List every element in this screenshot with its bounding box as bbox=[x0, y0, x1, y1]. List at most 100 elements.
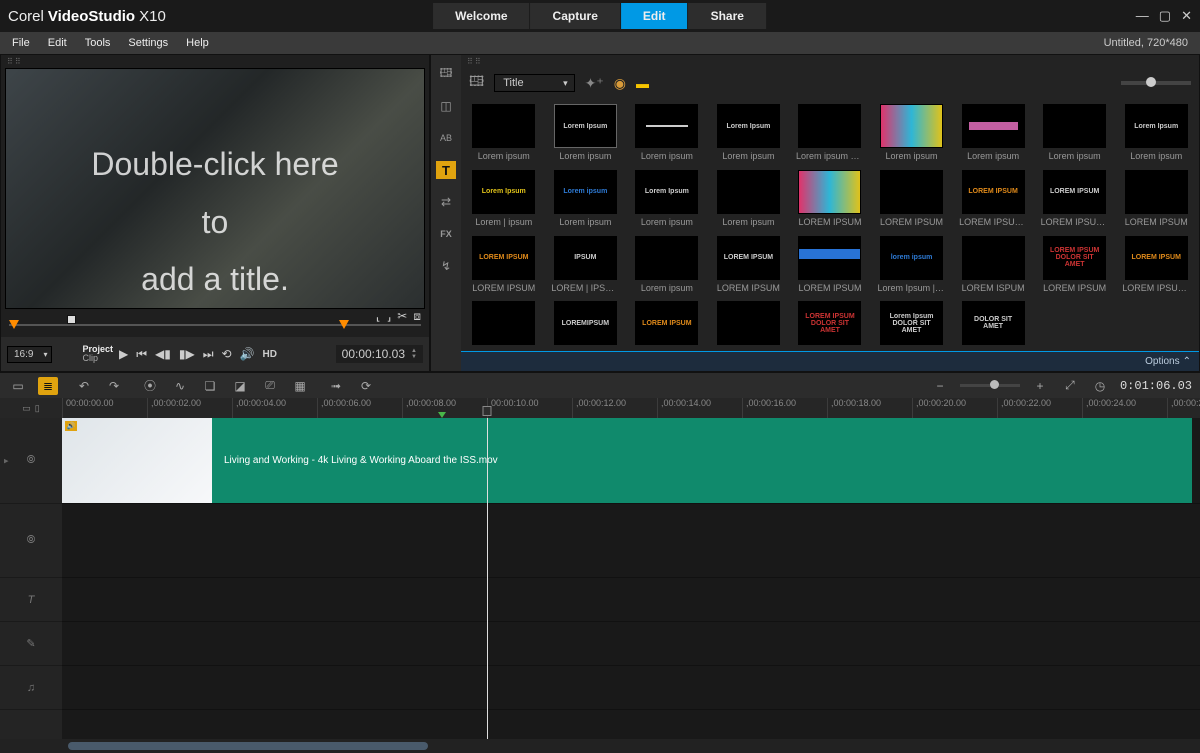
clip-audio-icon[interactable]: 🔊 bbox=[65, 421, 77, 431]
mark-in-icon[interactable]: ⸤ bbox=[376, 309, 381, 324]
fit-icon[interactable] bbox=[1060, 377, 1080, 395]
multi-trim-icon[interactable] bbox=[200, 377, 220, 395]
library-item[interactable]: Lorem IpsumLorem ipsum bbox=[710, 104, 788, 164]
volume-icon[interactable]: 🔊 bbox=[240, 347, 255, 361]
track-music[interactable] bbox=[62, 666, 1200, 710]
mark-out-icon[interactable]: ⸥ bbox=[387, 309, 392, 324]
library-item[interactable]: LOREMIPSUM bbox=[547, 301, 625, 351]
repeat-icon[interactable]: ⟲ bbox=[222, 347, 232, 361]
mark-in-handle[interactable] bbox=[9, 320, 19, 329]
library-dock-grip[interactable]: ⠿⠿ bbox=[461, 55, 1199, 68]
thumbnail-size-slider[interactable] bbox=[1121, 81, 1191, 85]
library-item[interactable]: IpsumLOREM IPSUM bbox=[791, 170, 869, 230]
ruler-mode-a-icon[interactable]: ▭ bbox=[22, 403, 31, 414]
menu-tools[interactable]: Tools bbox=[85, 37, 111, 49]
zoom-in-icon[interactable] bbox=[1030, 377, 1050, 395]
preview-scrubber[interactable]: ⸤ ⸥ ✂ ⧈ bbox=[9, 313, 421, 337]
dock-grip[interactable]: ⠿⠿ bbox=[1, 55, 429, 68]
library-item[interactable]: LOREM IPSUM DOLOR SIT AMETLOREM IPSUM bbox=[1036, 236, 1114, 296]
time-ruler[interactable]: 00:00:00.00,00:00:02.00,00:00:04.00,00:0… bbox=[62, 398, 1200, 418]
library-item[interactable]: Lorem ipsum dolor sit… bbox=[791, 104, 869, 164]
clock-icon[interactable] bbox=[1090, 377, 1110, 395]
track-overlay[interactable] bbox=[62, 504, 1200, 578]
library-item[interactable]: LOREM IPSUMLOREM IPSUM bbox=[791, 236, 869, 296]
library-item[interactable]: Lorem ipsum bbox=[465, 104, 543, 164]
library-item[interactable]: LOREM IPSUMLOREM IPSUM | DO… bbox=[1036, 170, 1114, 230]
zoom-slider[interactable] bbox=[960, 384, 1020, 387]
library-item[interactable]: LOREM IPSUMLOREM IPSUM bbox=[465, 236, 543, 296]
library-item[interactable]: LOREMIPSUMLorem ipsum bbox=[873, 104, 951, 164]
cookie-icon[interactable]: ◉ bbox=[614, 75, 626, 92]
go-end-icon[interactable]: ⏭ bbox=[203, 347, 214, 362]
library-item[interactable]: DOLOR SIT AMET bbox=[954, 301, 1032, 351]
loop-icon[interactable] bbox=[356, 377, 376, 395]
preview-monitor[interactable]: Double-click here to add a title. bbox=[5, 68, 425, 309]
menu-settings[interactable]: Settings bbox=[128, 37, 168, 49]
rail-graphics[interactable] bbox=[436, 193, 456, 211]
ruler-playhead[interactable] bbox=[483, 406, 492, 416]
library-item[interactable]: LOREM ISPUM bbox=[954, 236, 1032, 296]
library-item[interactable]: LOREM IPSUM bbox=[628, 301, 706, 351]
rail-transitions[interactable] bbox=[436, 129, 456, 147]
close-icon[interactable]: ✕ bbox=[1181, 8, 1192, 24]
library-item[interactable]: LOREM IPSUM DOLOR SIT AMET bbox=[791, 301, 869, 351]
library-item[interactable] bbox=[710, 301, 788, 351]
gutter-title[interactable] bbox=[0, 578, 62, 622]
tab-share[interactable]: Share bbox=[689, 3, 767, 29]
step-back-icon[interactable]: ◀▮ bbox=[155, 347, 171, 361]
aspect-ratio-dropdown[interactable]: 16:9 bbox=[7, 346, 52, 363]
track-title[interactable] bbox=[62, 578, 1200, 622]
library-item[interactable]: lorem ipsumLorem Ipsum | dolor s… bbox=[873, 236, 951, 296]
undo-icon[interactable] bbox=[74, 377, 94, 395]
storyboard-view-button[interactable] bbox=[8, 377, 28, 395]
gutter-voice[interactable] bbox=[0, 622, 62, 666]
rail-media[interactable] bbox=[436, 65, 456, 83]
step-fwd-icon[interactable]: ▮▶ bbox=[179, 347, 195, 361]
favorite-add-icon[interactable]: ✦⁺ bbox=[585, 75, 604, 92]
scrub-playhead[interactable] bbox=[67, 315, 76, 324]
scissors-icon[interactable]: ✂ bbox=[397, 309, 407, 324]
library-item[interactable]: Lorem ipsum bbox=[1036, 104, 1114, 164]
track-motion-icon[interactable] bbox=[230, 377, 250, 395]
title-placeholder[interactable]: Double-click here to add a title. bbox=[6, 136, 424, 309]
tab-capture[interactable]: Capture bbox=[531, 3, 621, 29]
subtitle-icon[interactable] bbox=[260, 377, 280, 395]
library-item[interactable]: LOREM IPSUMLOREM IPSUM | DO… bbox=[954, 170, 1032, 230]
library-item[interactable]: LOREM IPSUMLOREM IPSUM bbox=[710, 236, 788, 296]
hd-toggle[interactable]: HD bbox=[263, 349, 277, 360]
gutter-overlay[interactable] bbox=[0, 504, 62, 578]
library-item[interactable]: Lorem ipsumLorem ipsum bbox=[547, 170, 625, 230]
sound-mixer-icon[interactable] bbox=[170, 377, 190, 395]
maximize-icon[interactable]: ▢ bbox=[1159, 8, 1171, 24]
library-item[interactable]: IPSUMLOREM | IPSUM | LO… bbox=[547, 236, 625, 296]
record-icon[interactable] bbox=[140, 377, 160, 395]
rail-motion-path[interactable] bbox=[436, 257, 456, 275]
play-icon[interactable]: ▶ bbox=[119, 347, 128, 361]
multi-cam-icon[interactable] bbox=[290, 377, 310, 395]
menu-edit[interactable]: Edit bbox=[48, 37, 67, 49]
gallery-toggle-icon[interactable]: 🖽 bbox=[469, 71, 484, 95]
preview-timecode[interactable]: 00:00:10.03 ▲▼ bbox=[336, 345, 423, 363]
library-item[interactable]: Lorem IpsumLorem ipsum bbox=[628, 170, 706, 230]
library-item[interactable]: LOREM IPSUM bbox=[1117, 170, 1195, 230]
library-item[interactable] bbox=[465, 301, 543, 351]
library-options-toggle[interactable]: Options⌃ bbox=[461, 351, 1199, 371]
library-item[interactable]: LOREM IPSUM bbox=[873, 170, 951, 230]
track-area[interactable]: 🔊 Living and Working - 4k Living & Worki… bbox=[62, 418, 1200, 739]
rail-title[interactable] bbox=[436, 161, 456, 179]
library-item[interactable]: Lorem ipsum bbox=[628, 236, 706, 296]
tab-edit[interactable]: Edit bbox=[621, 3, 689, 29]
track-voice[interactable] bbox=[62, 622, 1200, 666]
go-start-icon[interactable]: ⏮ bbox=[136, 347, 147, 362]
video-clip[interactable]: 🔊 Living and Working - 4k Living & Worki… bbox=[62, 418, 1192, 503]
minimize-icon[interactable]: — bbox=[1136, 8, 1149, 24]
menu-help[interactable]: Help bbox=[186, 37, 209, 49]
gutter-music[interactable] bbox=[0, 666, 62, 710]
zoom-out-icon[interactable] bbox=[930, 377, 950, 395]
redo-icon[interactable] bbox=[104, 377, 124, 395]
rail-instant[interactable]: ◫ bbox=[436, 97, 456, 115]
playhead-line[interactable] bbox=[487, 418, 488, 739]
menu-file[interactable]: File bbox=[12, 37, 30, 49]
library-item[interactable]: Lorem IpsumLorem ipsum bbox=[547, 104, 625, 164]
library-item[interactable]: Lorem ipsum bbox=[710, 170, 788, 230]
